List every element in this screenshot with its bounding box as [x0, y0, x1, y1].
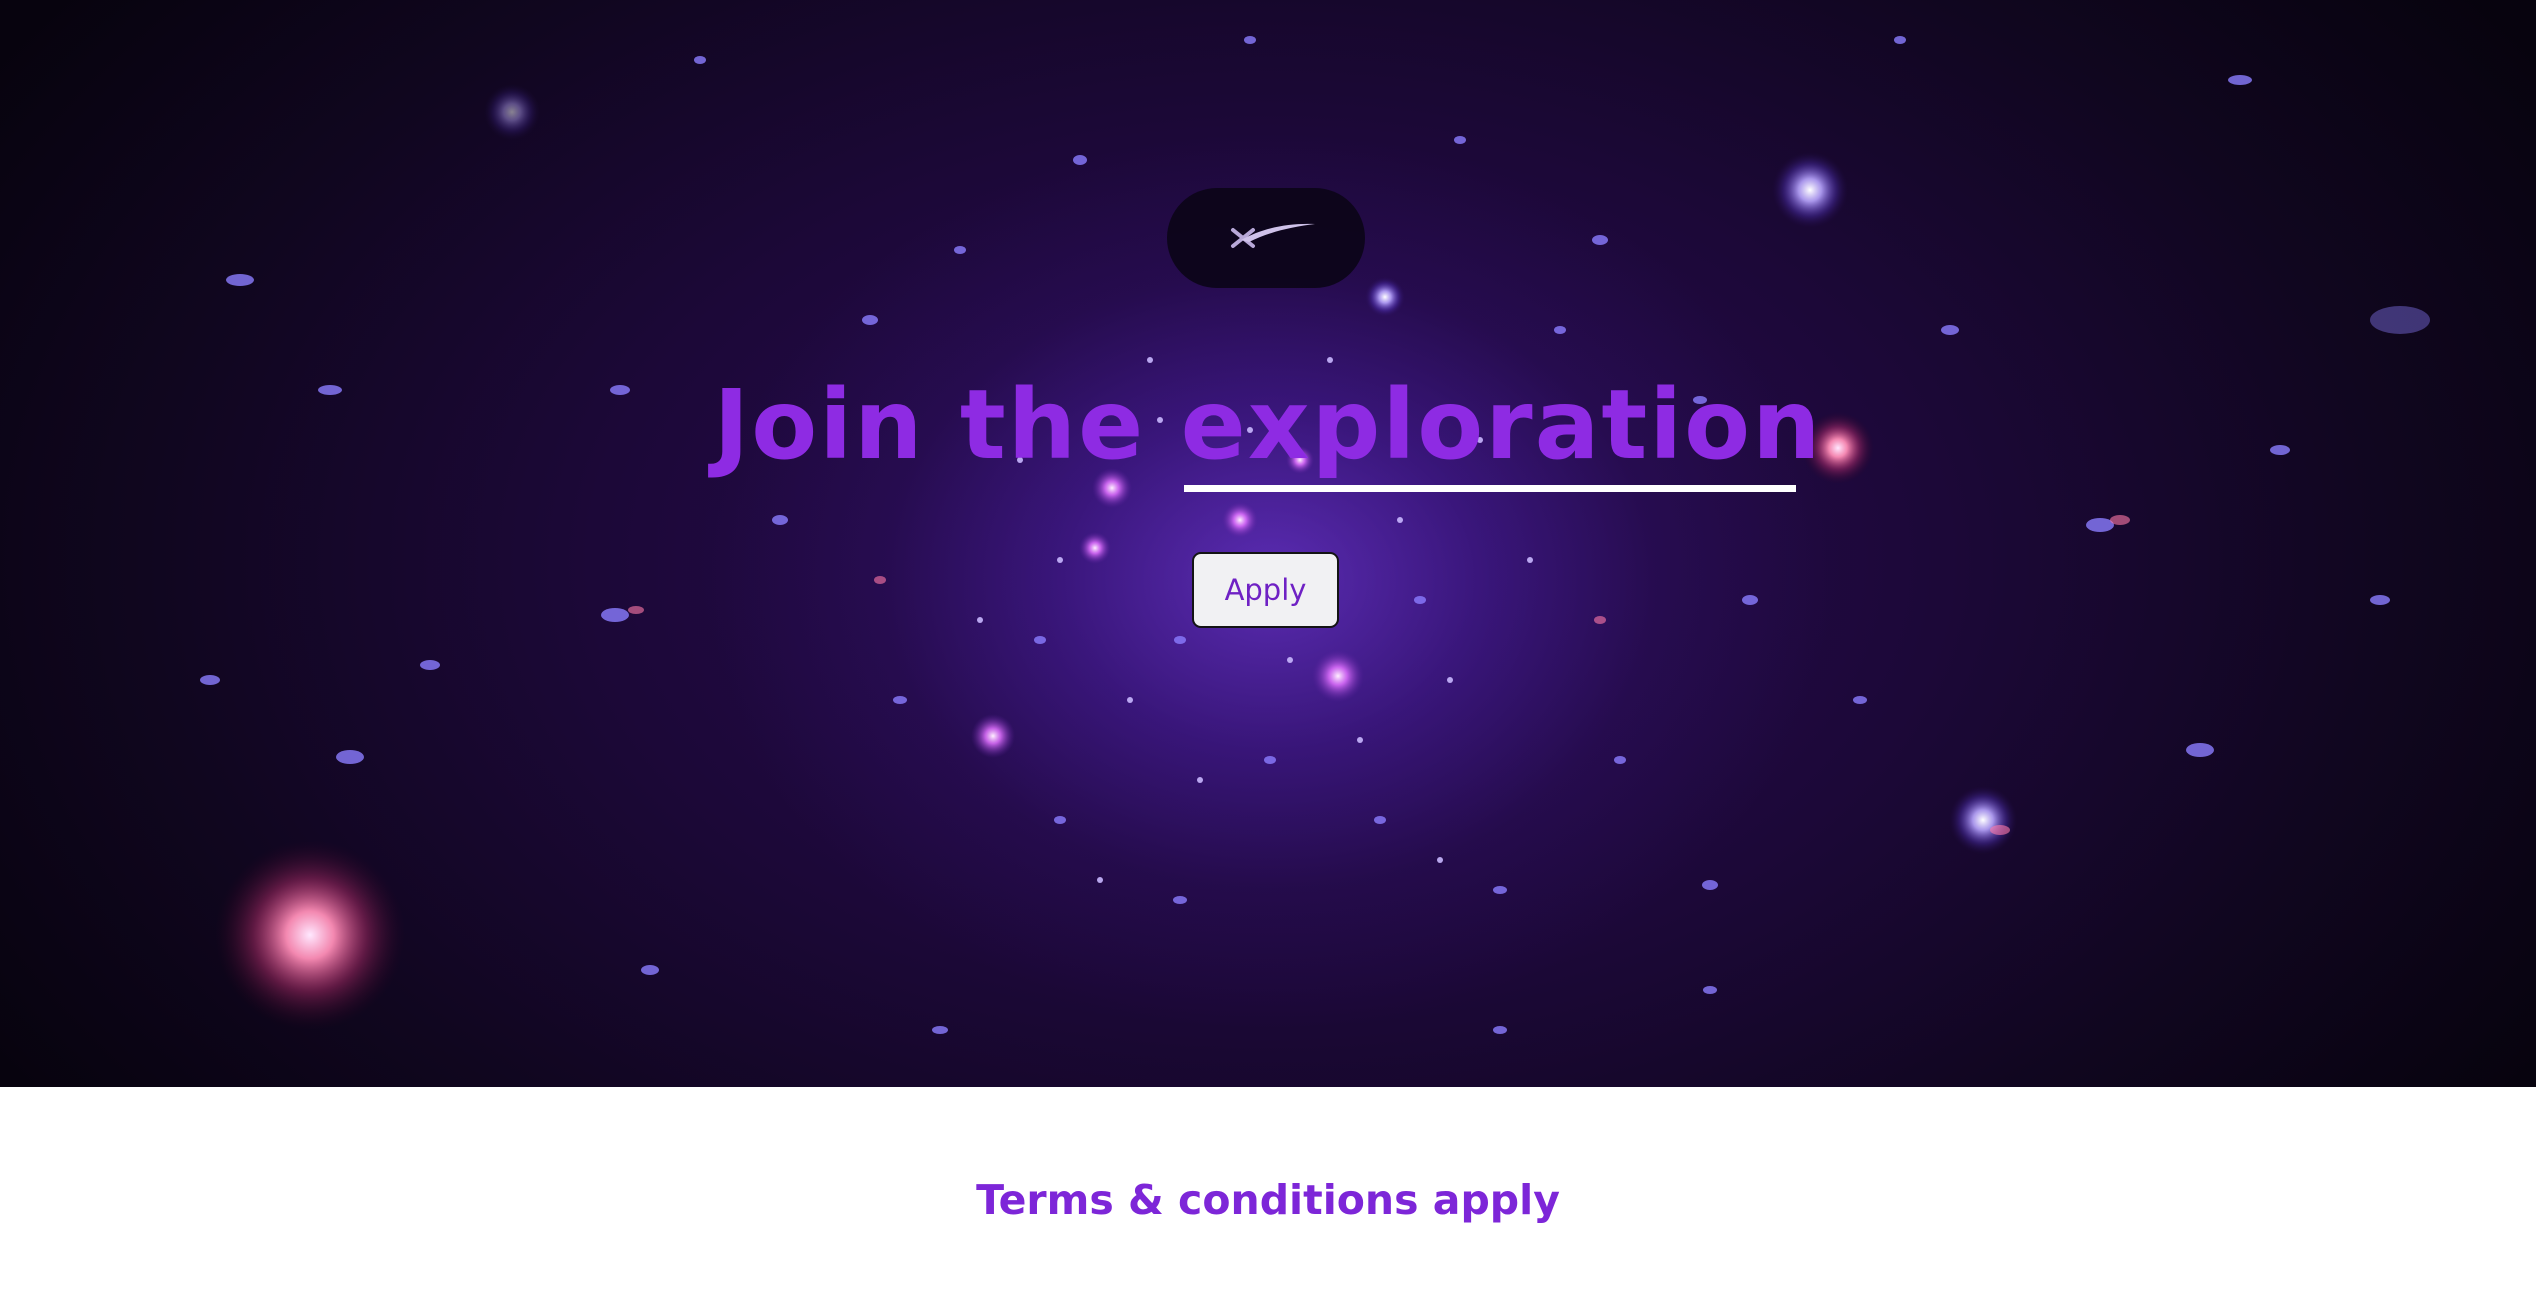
apply-button[interactable]: Apply [1192, 552, 1339, 628]
space-background [200, 36, 2430, 1034]
page-headline: Join the exploration [713, 369, 1823, 481]
headline-underline [1184, 485, 1796, 492]
large-star-left [215, 840, 405, 1030]
spacex-x-icon [1231, 223, 1315, 248]
terms-link[interactable]: Terms & conditions apply [868, 1160, 1668, 1240]
hero-section: Join the exploration Apply [0, 0, 2536, 1087]
brand-logo[interactable] [1167, 188, 1365, 288]
